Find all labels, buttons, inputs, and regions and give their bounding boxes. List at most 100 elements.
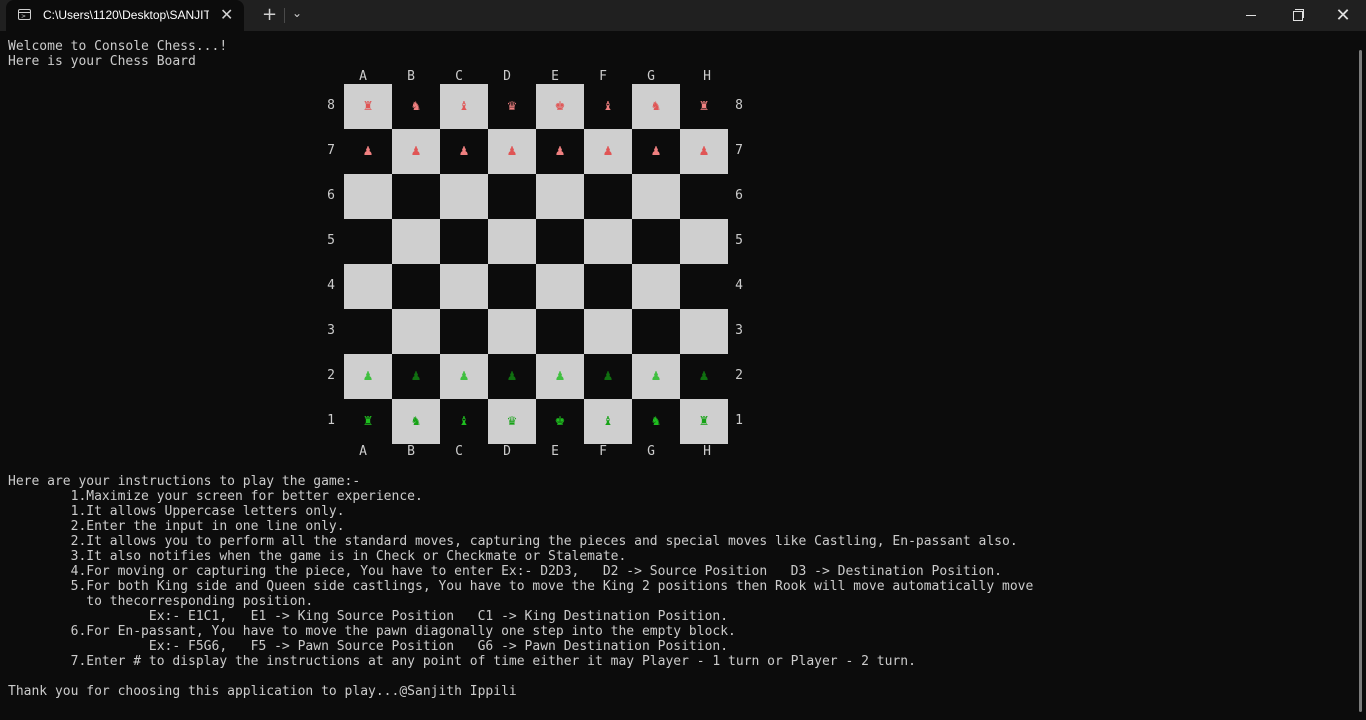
- chess-piece[interactable]: ♟: [344, 354, 392, 399]
- board-square[interactable]: [440, 219, 488, 264]
- close-tab-icon[interactable]: ✕: [220, 6, 233, 24]
- chess-piece[interactable]: ♜: [680, 399, 728, 444]
- board-square[interactable]: ♞: [392, 84, 440, 129]
- board-square[interactable]: [680, 219, 728, 264]
- chess-piece[interactable]: ♟: [344, 129, 392, 174]
- board-square[interactable]: [344, 219, 392, 264]
- board-square[interactable]: ♟: [440, 354, 488, 399]
- board-square[interactable]: ♝: [584, 399, 632, 444]
- board-square[interactable]: [488, 264, 536, 309]
- close-window-button[interactable]: ✕: [1320, 0, 1366, 31]
- chevron-down-icon[interactable]: ⌄: [292, 6, 302, 20]
- board-square[interactable]: [632, 264, 680, 309]
- board-square[interactable]: [680, 174, 728, 219]
- terminal-tab[interactable]: >_ C:\Users\1120\Desktop\SANJITH ✕: [6, 0, 244, 31]
- board-square[interactable]: [536, 264, 584, 309]
- board-square[interactable]: ♟: [488, 129, 536, 174]
- board-square[interactable]: [392, 309, 440, 354]
- board-square[interactable]: ♟: [392, 354, 440, 399]
- board-square[interactable]: ♝: [440, 399, 488, 444]
- scrollbar-thumb[interactable]: [1359, 50, 1362, 712]
- chess-piece[interactable]: ♟: [680, 354, 728, 399]
- board-square[interactable]: [440, 174, 488, 219]
- chess-piece[interactable]: ♟: [632, 129, 680, 174]
- board-square[interactable]: ♜: [344, 399, 392, 444]
- board-square[interactable]: ♝: [440, 84, 488, 129]
- board-square[interactable]: ♝: [584, 84, 632, 129]
- board-square[interactable]: [536, 174, 584, 219]
- board-square[interactable]: [488, 309, 536, 354]
- chess-piece[interactable]: ♛: [488, 399, 536, 444]
- board-square[interactable]: [584, 264, 632, 309]
- board-square[interactable]: ♜: [680, 399, 728, 444]
- board-square[interactable]: [680, 264, 728, 309]
- board-square[interactable]: [680, 309, 728, 354]
- board-square[interactable]: [488, 219, 536, 264]
- chess-piece[interactable]: ♜: [344, 399, 392, 444]
- board-square[interactable]: ♟: [344, 354, 392, 399]
- board-square[interactable]: ♟: [392, 129, 440, 174]
- restore-button[interactable]: [1274, 0, 1320, 31]
- board-square[interactable]: [392, 219, 440, 264]
- chess-piece[interactable]: ♜: [344, 84, 392, 129]
- board-square[interactable]: [584, 174, 632, 219]
- chess-piece[interactable]: ♞: [632, 399, 680, 444]
- board-square[interactable]: ♛: [488, 399, 536, 444]
- chess-piece[interactable]: ♝: [440, 84, 488, 129]
- chess-piece[interactable]: ♟: [584, 129, 632, 174]
- chess-piece[interactable]: ♜: [680, 84, 728, 129]
- chess-piece[interactable]: ♝: [584, 399, 632, 444]
- board-square[interactable]: ♚: [536, 399, 584, 444]
- chess-piece[interactable]: ♟: [536, 129, 584, 174]
- chess-piece[interactable]: ♟: [488, 354, 536, 399]
- board-square[interactable]: [440, 309, 488, 354]
- chess-piece[interactable]: ♞: [392, 84, 440, 129]
- board-square[interactable]: [344, 174, 392, 219]
- minimize-button[interactable]: [1228, 0, 1274, 31]
- board-square[interactable]: [584, 219, 632, 264]
- board-square[interactable]: ♜: [344, 84, 392, 129]
- chess-piece[interactable]: ♝: [440, 399, 488, 444]
- chess-piece[interactable]: ♝: [584, 84, 632, 129]
- board-square[interactable]: ♟: [344, 129, 392, 174]
- board-square[interactable]: [632, 174, 680, 219]
- chess-piece[interactable]: ♟: [488, 129, 536, 174]
- board-square[interactable]: ♜: [680, 84, 728, 129]
- board-square[interactable]: ♟: [536, 129, 584, 174]
- board-square[interactable]: [584, 309, 632, 354]
- board-square[interactable]: ♟: [536, 354, 584, 399]
- board-square[interactable]: [392, 174, 440, 219]
- board-square[interactable]: [632, 309, 680, 354]
- board-square[interactable]: ♟: [632, 354, 680, 399]
- chess-piece[interactable]: ♟: [392, 129, 440, 174]
- board-square[interactable]: ♟: [680, 129, 728, 174]
- board-square[interactable]: ♟: [632, 129, 680, 174]
- chess-piece[interactable]: ♟: [632, 354, 680, 399]
- chess-piece[interactable]: ♞: [392, 399, 440, 444]
- chess-piece[interactable]: ♟: [440, 354, 488, 399]
- board-square[interactable]: [344, 264, 392, 309]
- board-square[interactable]: ♞: [632, 399, 680, 444]
- chess-piece[interactable]: ♚: [536, 399, 584, 444]
- board-square[interactable]: [536, 219, 584, 264]
- chess-piece[interactable]: ♛: [488, 84, 536, 129]
- board-square[interactable]: ♟: [488, 354, 536, 399]
- board-square[interactable]: ♟: [584, 129, 632, 174]
- board-square[interactable]: ♟: [680, 354, 728, 399]
- chess-piece[interactable]: ♞: [632, 84, 680, 129]
- board-square[interactable]: ♞: [632, 84, 680, 129]
- new-tab-button[interactable]: +: [262, 5, 277, 25]
- board-square[interactable]: ♟: [584, 354, 632, 399]
- chess-piece[interactable]: ♚: [536, 84, 584, 129]
- chess-piece[interactable]: ♟: [536, 354, 584, 399]
- board-square[interactable]: [440, 264, 488, 309]
- chess-piece[interactable]: ♟: [584, 354, 632, 399]
- board-square[interactable]: ♚: [536, 84, 584, 129]
- chess-piece[interactable]: ♟: [440, 129, 488, 174]
- board-square[interactable]: ♞: [392, 399, 440, 444]
- chess-piece[interactable]: ♟: [680, 129, 728, 174]
- board-square[interactable]: [536, 309, 584, 354]
- board-square[interactable]: ♛: [488, 84, 536, 129]
- chess-piece[interactable]: ♟: [392, 354, 440, 399]
- board-square[interactable]: [344, 309, 392, 354]
